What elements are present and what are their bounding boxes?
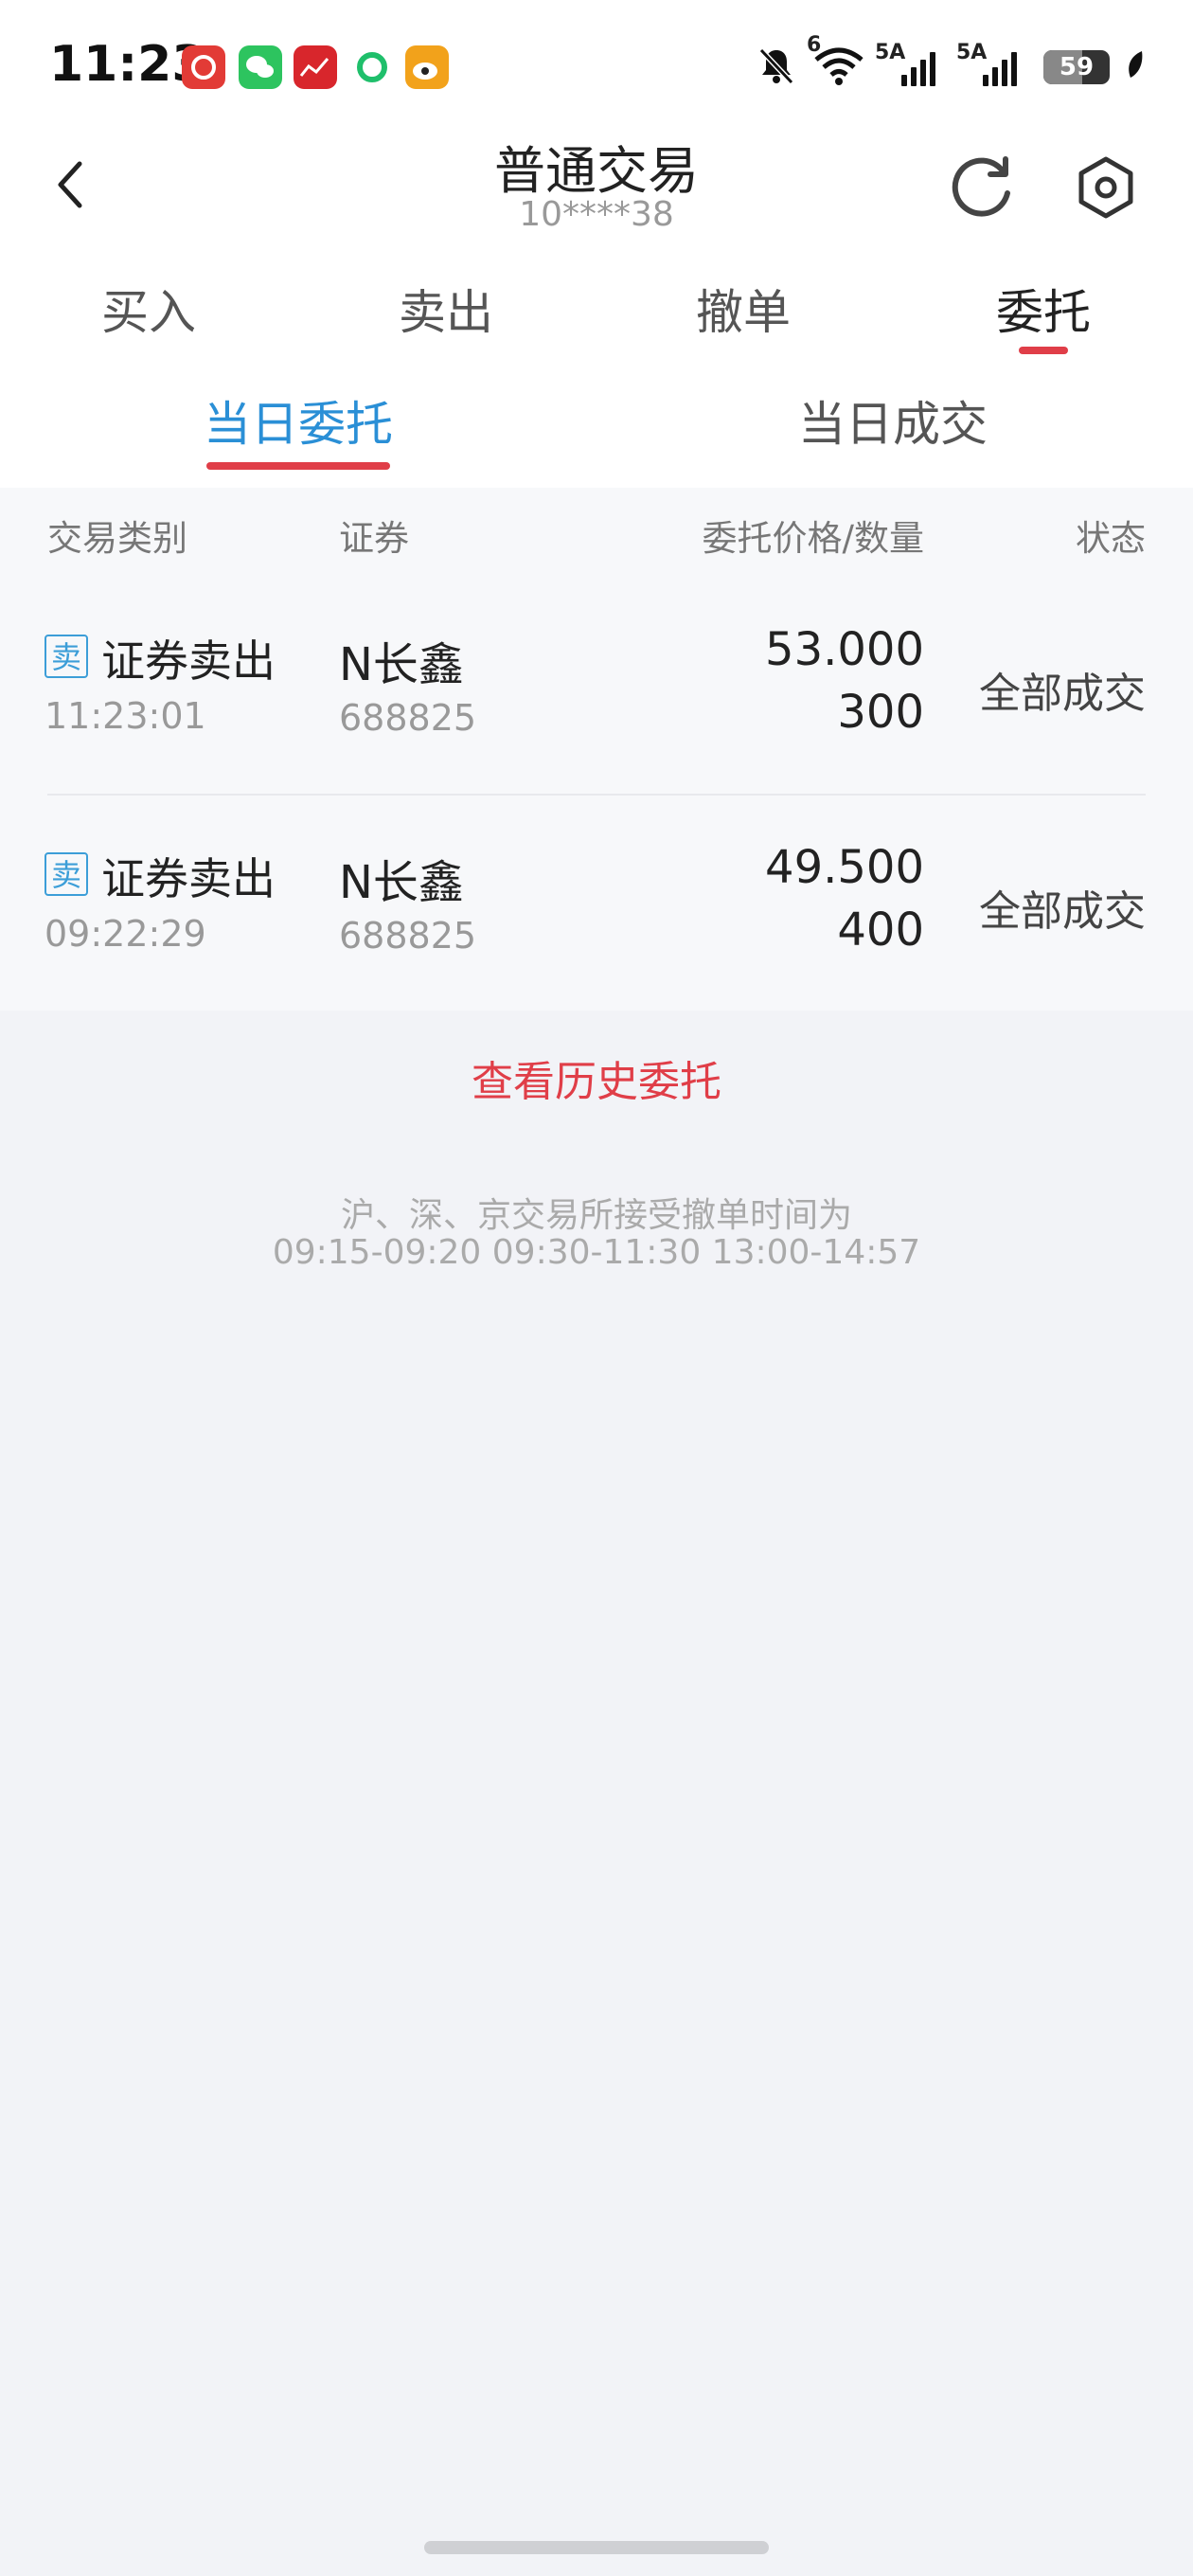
subtab-active-indicator: [206, 462, 390, 470]
trade-type: 证券卖出: [101, 853, 276, 904]
tab-active-indicator: [1019, 347, 1068, 354]
security-code: 688825: [339, 697, 477, 739]
cancel-time-notice: 沪、深、京交易所接受撤单时间为: [340, 1196, 852, 1235]
wifi-label: 6: [807, 33, 822, 57]
header-status: 状态: [1076, 518, 1146, 559]
weibo-icon: [405, 45, 449, 89]
wechat-icon: [239, 45, 282, 89]
app-notification-icon: [182, 45, 225, 89]
order-time: 11:23:01: [45, 695, 206, 737]
header-price-qty: 委托价格/数量: [702, 518, 924, 559]
order-status: 全部成交: [979, 670, 1146, 718]
signal-icon-2: 5A: [956, 41, 1028, 86]
battery-level: 59: [1059, 53, 1095, 81]
tab-sell[interactable]: 卖出: [351, 275, 541, 343]
tab-cancel[interactable]: 撤单: [649, 275, 838, 343]
security-code: 688825: [339, 915, 477, 957]
battery-icon: 59: [1043, 50, 1110, 84]
row-divider: [47, 794, 1146, 796]
view-history-link[interactable]: 查看历史委托: [0, 1047, 1193, 1108]
stock-app-icon: [294, 45, 337, 89]
settings-button[interactable]: [1070, 152, 1142, 224]
leaf-icon: [1125, 49, 1146, 85]
order-price: 49.500: [765, 841, 924, 894]
status-bar: 11:23 6 5A 5A 59: [0, 0, 1193, 142]
sell-badge: 卖: [45, 852, 88, 896]
gear-icon: [1078, 156, 1133, 219]
header-trade-type: 交易类别: [47, 518, 187, 559]
home-indicator[interactable]: [424, 2541, 769, 2554]
refresh-button[interactable]: [947, 152, 1019, 224]
status-indicators: 6 5A 5A 59: [756, 33, 1146, 91]
signal-label-2: 5A: [956, 41, 988, 64]
sell-badge: 卖: [45, 635, 88, 678]
order-quantity: 400: [837, 903, 924, 957]
mute-icon: [756, 45, 797, 90]
order-price: 53.000: [765, 623, 924, 676]
table-row[interactable]: 卖 证券卖出 09:22:29 N长鑫 688825 49.500 400 全部…: [0, 797, 1193, 1013]
subtab-today-trades[interactable]: 当日成交: [751, 386, 1035, 455]
refresh-icon: [952, 156, 1010, 217]
trade-type: 证券卖出: [101, 635, 276, 687]
order-status: 全部成交: [979, 887, 1146, 936]
order-quantity: 300: [837, 686, 924, 739]
security-name: N长鑫: [339, 638, 464, 691]
order-time: 09:22:29: [45, 913, 206, 955]
cancel-time-ranges: 09:15-09:20 09:30-11:30 13:00-14:57: [272, 1233, 921, 1272]
subtab-today-orders[interactable]: 当日委托: [156, 386, 440, 455]
header-security: 证券: [339, 518, 409, 559]
signal-label: 5A: [875, 41, 906, 64]
table-row[interactable]: 卖 证券卖出 11:23:01 N长鑫 688825 53.000 300 全部…: [0, 580, 1193, 796]
tab-orders[interactable]: 委托: [949, 275, 1138, 343]
green-app-icon: [350, 45, 394, 89]
wifi-icon: 6: [807, 33, 865, 90]
signal-icon: 5A: [875, 41, 947, 86]
tab-buy[interactable]: 买入: [54, 275, 243, 343]
security-name: N长鑫: [339, 856, 464, 909]
